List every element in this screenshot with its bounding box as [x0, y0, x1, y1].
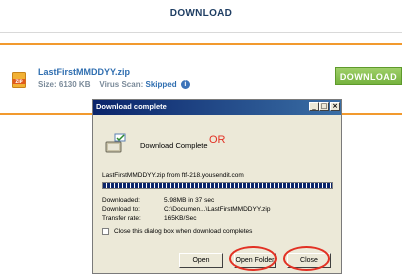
- virus-scan-label: Virus Scan:: [99, 80, 144, 89]
- open-button[interactable]: Open: [179, 253, 223, 268]
- download-progress-bar: [102, 182, 333, 189]
- transfer-rate-label: Transfer rate:: [102, 215, 141, 222]
- downloaded-label: Downloaded:: [102, 197, 140, 204]
- dialog-title: Download complete: [96, 102, 167, 111]
- size-value: 6130 KB: [58, 80, 91, 89]
- download-to-value: C:\Documen...\LastFirstMMDDYY.zip: [164, 206, 271, 213]
- or-annotation: OR: [209, 134, 226, 146]
- minimize-button[interactable]: _: [309, 102, 319, 111]
- file-meta: Size: 6130 KB Virus Scan: Skipped i: [38, 80, 190, 90]
- progress-fill: [103, 183, 332, 188]
- transfer-rate-value: 165KB/Sec: [164, 215, 197, 222]
- info-icon[interactable]: i: [180, 80, 190, 90]
- dialog-title-bar[interactable]: Download complete _ □ ×: [93, 100, 341, 115]
- orange-divider-right: [342, 113, 402, 115]
- zip-file-icon: ZIP: [12, 72, 26, 88]
- window-close-button[interactable]: ×: [330, 102, 340, 111]
- maximize-button[interactable]: □: [319, 102, 329, 111]
- dialog-heading: Download Complete: [140, 141, 208, 150]
- svg-text:ZIP: ZIP: [15, 79, 22, 84]
- close-highlight-ring: [283, 246, 330, 271]
- orange-divider-top: [0, 43, 402, 45]
- page-header: DOWNLOAD: [0, 0, 402, 33]
- file-name[interactable]: LastFirstMMDDYY.zip: [38, 67, 130, 77]
- close-when-complete-checkbox[interactable]: [102, 228, 109, 235]
- downloaded-value: 5.98MB in 37 sec: [164, 197, 215, 204]
- download-source: LastFirstMMDDYY.zip from ftf-218.yousend…: [102, 172, 244, 179]
- orange-divider-left: [0, 113, 92, 115]
- download-to-label: Download to:: [102, 206, 140, 213]
- open-folder-highlight-ring: [229, 246, 277, 271]
- download-button[interactable]: DOWNLOAD: [335, 67, 402, 85]
- size-label: Size:: [38, 80, 57, 89]
- close-when-complete-label[interactable]: Close this dialog box when download comp…: [114, 228, 252, 235]
- download-complete-icon: [105, 133, 126, 153]
- page-title: DOWNLOAD: [169, 8, 233, 19]
- virus-scan-value: Skipped: [145, 80, 177, 89]
